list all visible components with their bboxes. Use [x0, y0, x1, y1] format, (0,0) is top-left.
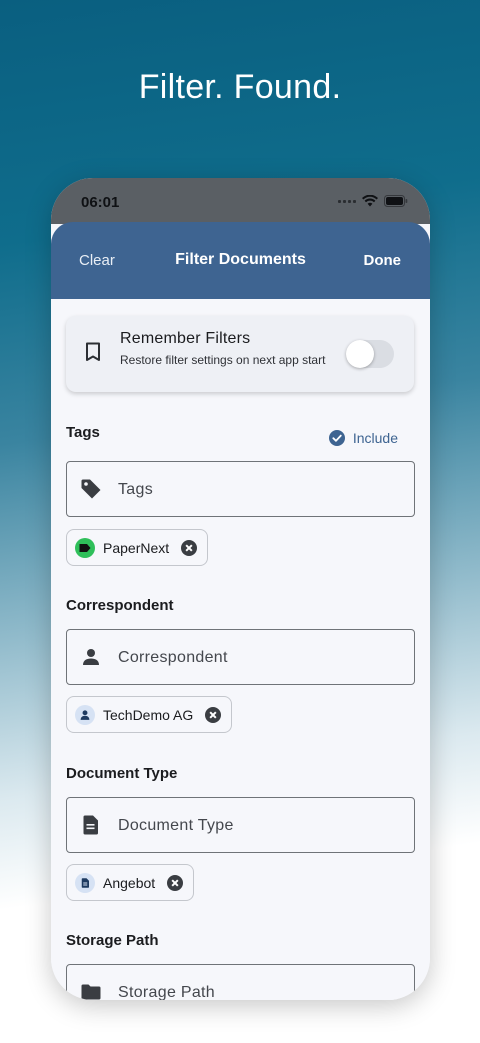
tags-input[interactable]: Tags	[66, 461, 415, 517]
document-type-section-title: Document Type	[66, 765, 178, 782]
storage-path-section-title: Storage Path	[66, 932, 159, 949]
remove-chip-icon[interactable]	[167, 874, 184, 891]
correspondent-avatar	[75, 704, 95, 725]
toggle-knob	[346, 340, 374, 368]
include-label: Include	[352, 430, 398, 446]
folder-icon	[81, 984, 101, 1000]
check-circle-icon	[328, 430, 345, 446]
tags-placeholder: Tags	[118, 481, 153, 498]
remember-filters-card: Remember Filters Restore filter settings…	[66, 316, 414, 392]
bookmark-icon	[86, 342, 100, 361]
remove-chip-icon[interactable]	[181, 539, 198, 556]
correspondent-chip-label: TechDemo AG	[103, 706, 194, 723]
wifi-icon	[362, 195, 378, 207]
tags-section-title: Tags	[66, 424, 100, 441]
person-icon	[83, 649, 99, 665]
tag-avatar	[75, 537, 95, 558]
document-type-avatar	[75, 872, 95, 893]
document-type-placeholder: Document Type	[118, 817, 234, 834]
remember-filters-title: Remember Filters	[120, 330, 251, 347]
document-icon	[83, 815, 98, 835]
app-bar: Clear Filter Documents Done	[51, 222, 430, 299]
correspondent-input[interactable]: Correspondent	[66, 629, 415, 685]
document-type-input[interactable]: Document Type	[66, 797, 415, 853]
label-icon	[79, 543, 91, 552]
status-icons	[338, 195, 408, 207]
signal-icon	[338, 199, 356, 203]
status-time: 06:01	[81, 194, 120, 211]
tag-chip-label: PaperNext	[103, 539, 170, 556]
correspondent-chip[interactable]: TechDemo AG	[66, 696, 233, 733]
battery-icon	[384, 195, 408, 207]
marketing-headline: Filter. Found.	[138, 68, 342, 106]
tag-chip[interactable]: PaperNext	[66, 529, 209, 566]
correspondent-placeholder: Correspondent	[118, 649, 228, 666]
person-icon	[80, 709, 90, 720]
correspondent-section-title: Correspondent	[66, 597, 174, 614]
document-icon	[81, 877, 89, 888]
status-bar: 06:01	[51, 178, 430, 224]
storage-path-placeholder: Storage Path	[118, 984, 215, 1000]
remember-filters-subtitle: Restore filter settings on next app star…	[120, 353, 326, 367]
storage-path-input[interactable]: Storage Path	[66, 964, 415, 1000]
document-type-chip[interactable]: Angebot	[66, 864, 195, 901]
document-type-chip-label: Angebot	[103, 874, 156, 891]
remember-filters-toggle[interactable]	[346, 340, 394, 368]
tag-icon	[81, 479, 101, 499]
phone-frame: 06:01 Clear Filter Documents Done Rememb…	[51, 178, 430, 1000]
done-button[interactable]: Done	[364, 252, 402, 269]
filter-form: Remember Filters Restore filter settings…	[51, 299, 430, 1000]
remove-chip-icon[interactable]	[205, 706, 222, 723]
include-toggle[interactable]: Include	[328, 430, 398, 446]
